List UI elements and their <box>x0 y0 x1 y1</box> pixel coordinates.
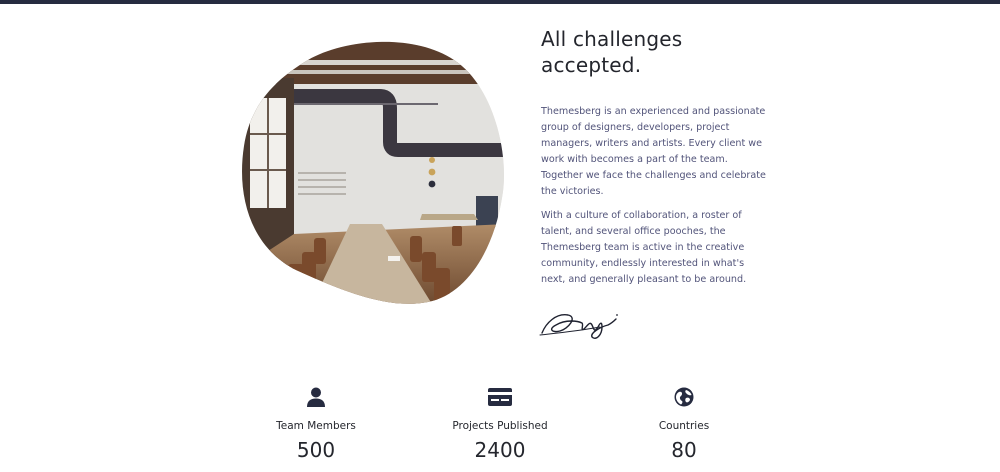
signature-image <box>538 303 620 343</box>
globe-icon <box>674 387 694 407</box>
stat-label: Countries <box>658 420 710 432</box>
stat-value: 500 <box>296 438 336 462</box>
section-heading: All challenges accepted. <box>541 26 781 78</box>
stat-countries: Countries 80 <box>604 385 764 463</box>
credit-card-icon <box>488 388 512 406</box>
about-paragraph-2: With a culture of collaboration, a roste… <box>541 210 747 285</box>
heading-line-2: accepted. <box>541 53 642 77</box>
heading-line-1: All challenges <box>541 27 683 51</box>
stat-projects-published: Projects Published 2400 <box>420 385 580 463</box>
stat-value: 2400 <box>474 438 526 462</box>
stat-label: Projects Published <box>452 420 548 432</box>
top-navbar-strip <box>0 0 1000 4</box>
stat-value: 80 <box>671 438 697 462</box>
signature-icon <box>539 314 618 339</box>
stat-label: Team Members <box>276 420 356 432</box>
office-photo <box>242 41 505 304</box>
stat-team-members: Team Members 500 <box>236 385 396 463</box>
about-paragraph-1: Themesberg is an experienced and passion… <box>541 106 766 197</box>
user-icon <box>307 387 325 407</box>
office-photo-blob <box>242 38 506 304</box>
